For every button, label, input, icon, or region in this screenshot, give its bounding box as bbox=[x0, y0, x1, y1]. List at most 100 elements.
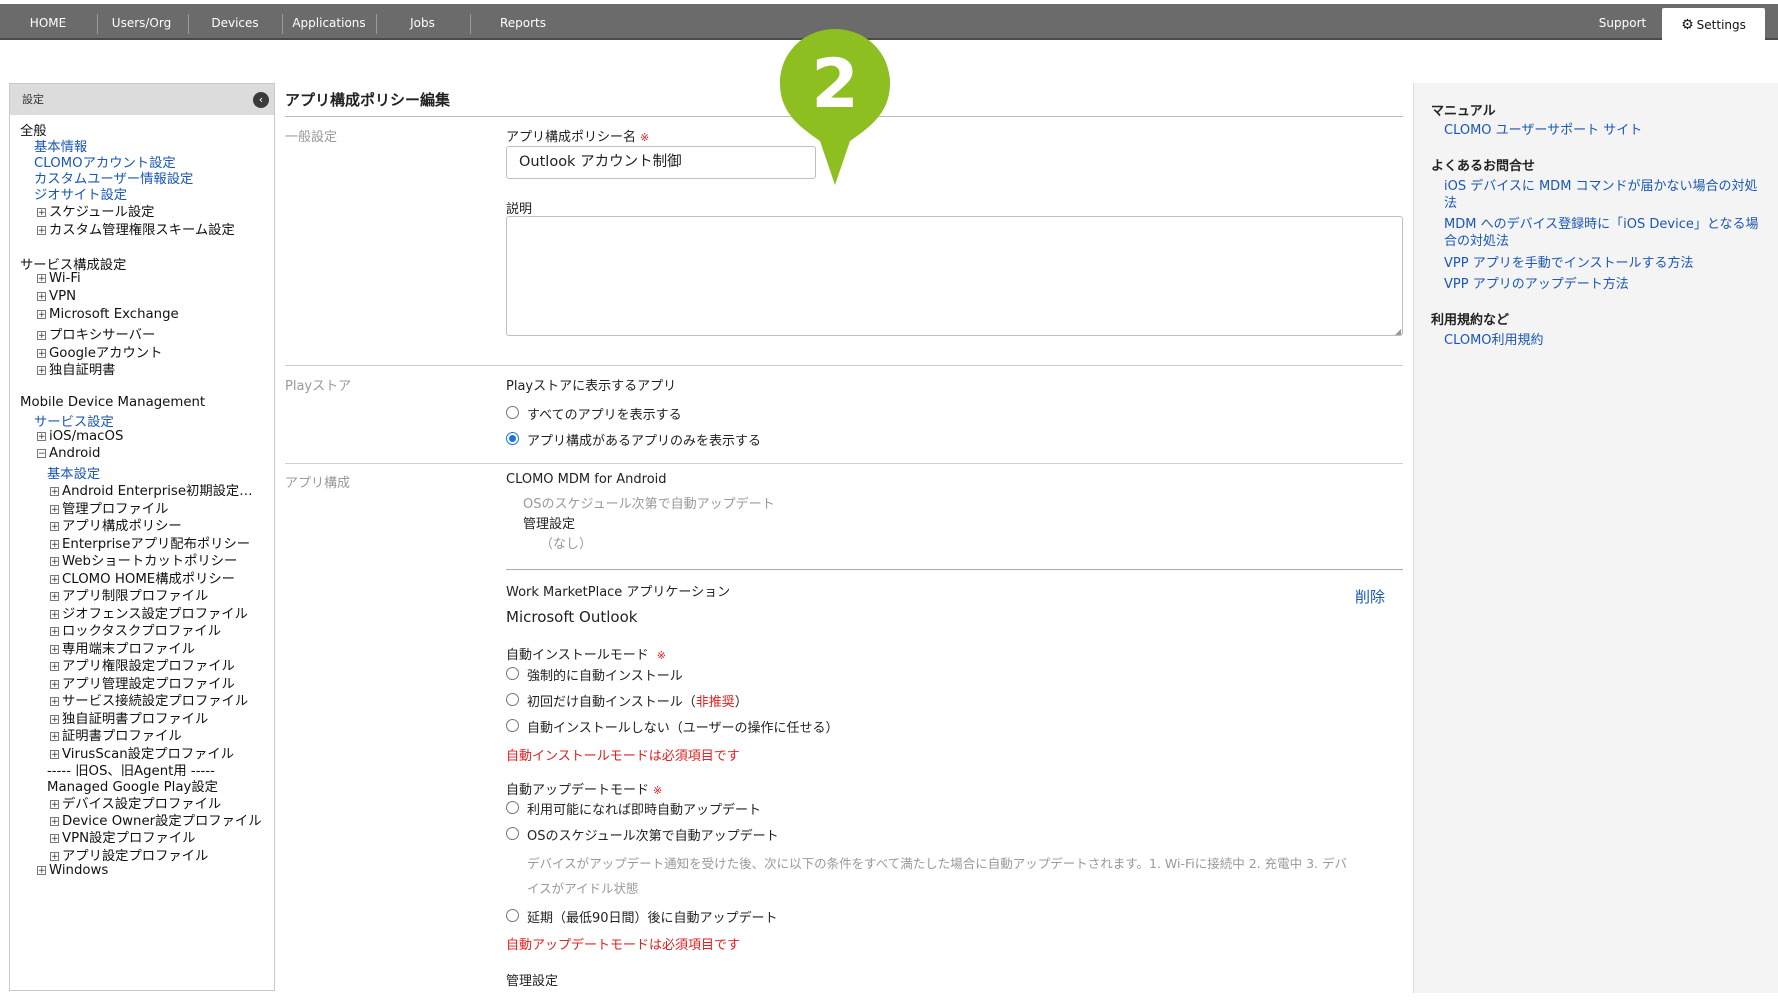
expand-icon[interactable]: + bbox=[37, 292, 46, 302]
sidebar-item[interactable]: + アプリ構成ポリシー bbox=[50, 515, 182, 534]
expand-icon[interactable]: + bbox=[37, 208, 46, 218]
sidebar-item[interactable]: + VPN設定プロファイル bbox=[50, 827, 195, 846]
expand-icon[interactable]: + bbox=[50, 627, 59, 637]
expand-icon[interactable]: + bbox=[50, 817, 59, 827]
sidebar-item[interactable]: + アプリ権限設定プロファイル bbox=[50, 655, 235, 674]
sidebar-item[interactable]: + サービス接続設定プロファイル bbox=[50, 690, 248, 709]
radio-show-all-apps-label: すべてのアプリを表示する bbox=[527, 408, 682, 423]
expand-icon[interactable]: + bbox=[50, 852, 59, 862]
sidebar-item-label: Mobile Device Management bbox=[20, 395, 206, 410]
sidebar-item[interactable]: + Microsoft Exchange bbox=[37, 307, 179, 322]
nav-separator bbox=[97, 14, 98, 34]
sidebar-item-label: VPN設定プロファイル bbox=[62, 831, 196, 846]
expand-icon[interactable]: + bbox=[37, 274, 46, 284]
expand-icon[interactable]: + bbox=[50, 680, 59, 690]
expand-icon[interactable]: + bbox=[50, 732, 59, 742]
radio-install-force[interactable] bbox=[506, 667, 519, 680]
radio-install-none[interactable] bbox=[506, 719, 519, 732]
expand-icon[interactable]: + bbox=[50, 540, 59, 550]
expand-icon[interactable]: + bbox=[50, 487, 59, 497]
expand-icon[interactable]: + bbox=[50, 834, 59, 844]
policy-name-input[interactable]: Outlook アカウント制御 bbox=[506, 146, 816, 179]
sidebar-item[interactable]: − Android bbox=[37, 446, 100, 461]
expand-icon[interactable]: + bbox=[50, 750, 59, 760]
help-sidebar: マニュアル CLOMO ユーザーサポート サイト よくあるお問合せ iOS デバ… bbox=[1413, 83, 1778, 993]
faq-link[interactable]: VPP アプリのアップデート方法 bbox=[1444, 276, 1759, 293]
sidebar-item-label: iOS/macOS bbox=[49, 429, 124, 444]
sidebar-item[interactable]: + カスタム管理権限スキーム設定 bbox=[37, 219, 235, 238]
radio-install-force-label: 強制的に自動インストール bbox=[527, 669, 683, 684]
expand-icon[interactable]: + bbox=[37, 349, 46, 359]
collapse-icon[interactable]: − bbox=[37, 449, 46, 459]
nav-separator bbox=[376, 14, 377, 34]
sidebar-item[interactable]: + ロックタスクプロファイル bbox=[50, 620, 221, 639]
sidebar-item[interactable]: サービス設定 bbox=[34, 411, 114, 430]
expand-icon[interactable]: + bbox=[37, 310, 46, 320]
expand-icon[interactable]: + bbox=[50, 715, 59, 725]
sidebar-item[interactable]: + スケジュール設定 bbox=[37, 201, 154, 220]
divider bbox=[506, 569, 1403, 570]
expand-icon[interactable]: + bbox=[50, 592, 59, 602]
expand-icon[interactable]: + bbox=[50, 697, 59, 707]
manual-link[interactable]: CLOMO ユーザーサポート サイト bbox=[1444, 122, 1759, 139]
sidebar-item[interactable]: + iOS/macOS bbox=[37, 429, 123, 444]
nav-reports[interactable]: Reports bbox=[488, 4, 558, 38]
expand-icon[interactable]: + bbox=[50, 800, 59, 810]
sidebar-item[interactable]: + 独自証明書 bbox=[37, 359, 115, 378]
sidebar-item[interactable]: + VPN bbox=[37, 289, 76, 304]
nav-users-org[interactable]: Users/Org bbox=[104, 4, 179, 38]
update-mode-label: 自動アップデートモード ※ bbox=[506, 783, 663, 798]
sidebar-item[interactable]: + 証明書プロファイル bbox=[50, 725, 182, 744]
collapse-icon[interactable]: ‹ bbox=[253, 92, 269, 108]
expand-icon[interactable]: + bbox=[50, 575, 59, 585]
nav-settings-tab[interactable]: ⚙ Settings bbox=[1662, 8, 1765, 40]
radio-update-deferred[interactable] bbox=[506, 909, 519, 922]
terms-link[interactable]: CLOMO利用規約 bbox=[1444, 332, 1759, 349]
radio-install-first-only[interactable] bbox=[506, 693, 519, 706]
faq-link[interactable]: MDM へのデバイス登録時に「iOS Device」となる場合の対処法 bbox=[1444, 216, 1759, 250]
resize-handle-icon[interactable]: ◢ bbox=[1395, 327, 1401, 336]
sidebar-item-label: スケジュール設定 bbox=[49, 205, 155, 220]
sidebar-item[interactable]: + Wi-Fi bbox=[37, 271, 81, 286]
sidebar-item-label: Wi-Fi bbox=[49, 271, 81, 286]
radio-show-all-apps[interactable] bbox=[506, 406, 519, 419]
expand-icon[interactable]: + bbox=[50, 662, 59, 672]
sidebar-item-label: Windows bbox=[49, 863, 109, 878]
expand-icon[interactable]: + bbox=[50, 610, 59, 620]
nav-support[interactable]: Support bbox=[1590, 4, 1655, 38]
sidebar-item[interactable]: + アプリ制限プロファイル bbox=[50, 585, 208, 604]
sidebar-item[interactable]: + Windows bbox=[37, 863, 108, 878]
expand-icon[interactable]: + bbox=[50, 557, 59, 567]
expand-icon[interactable]: + bbox=[37, 226, 46, 236]
faq-link[interactable]: iOS デバイスに MDM コマンドが届かない場合の対処法 bbox=[1444, 178, 1759, 212]
section-label-playstore: Playストア bbox=[285, 379, 352, 394]
expand-icon[interactable]: + bbox=[37, 866, 46, 876]
expand-icon[interactable]: + bbox=[37, 432, 46, 442]
sidebar-item[interactable]: + アプリ設定プロファイル bbox=[50, 845, 208, 864]
radio-update-os-schedule[interactable] bbox=[506, 827, 519, 840]
expand-icon[interactable]: + bbox=[37, 366, 46, 376]
description-textarea[interactable] bbox=[506, 216, 1403, 336]
sidebar-title: 設定 bbox=[22, 93, 44, 106]
faq-link[interactable]: VPP アプリを手動でインストールする方法 bbox=[1444, 255, 1759, 272]
expand-icon[interactable]: + bbox=[50, 645, 59, 655]
expand-icon[interactable]: + bbox=[50, 505, 59, 515]
sidebar-item[interactable]: + Webショートカットポリシー bbox=[50, 550, 237, 569]
nav-applications[interactable]: Applications bbox=[288, 4, 370, 38]
terms-heading: 利用規約など bbox=[1431, 313, 1510, 328]
nav-jobs[interactable]: Jobs bbox=[390, 4, 455, 38]
page-title: アプリ構成ポリシー編集 bbox=[285, 91, 451, 109]
delete-link[interactable]: 削除 bbox=[1355, 586, 1385, 607]
manual-heading: マニュアル bbox=[1431, 104, 1496, 119]
nav-separator bbox=[282, 14, 283, 34]
expand-icon[interactable]: + bbox=[50, 522, 59, 532]
radio-show-configured-apps[interactable] bbox=[506, 432, 519, 445]
radio-update-deferred-label: 延期（最低90日間）後に自動アップデート bbox=[527, 911, 778, 926]
radio-update-immediate[interactable] bbox=[506, 801, 519, 814]
nav-devices[interactable]: Devices bbox=[200, 4, 270, 38]
nav-home[interactable]: HOME bbox=[18, 4, 78, 38]
sidebar-item[interactable]: + プロキシサーバー bbox=[37, 324, 155, 343]
sidebar-item-label: アプリ設定プロファイル bbox=[62, 849, 209, 864]
expand-icon[interactable]: + bbox=[37, 331, 46, 341]
sidebar-item[interactable]: + Android Enterprise初期設定… bbox=[50, 480, 253, 499]
